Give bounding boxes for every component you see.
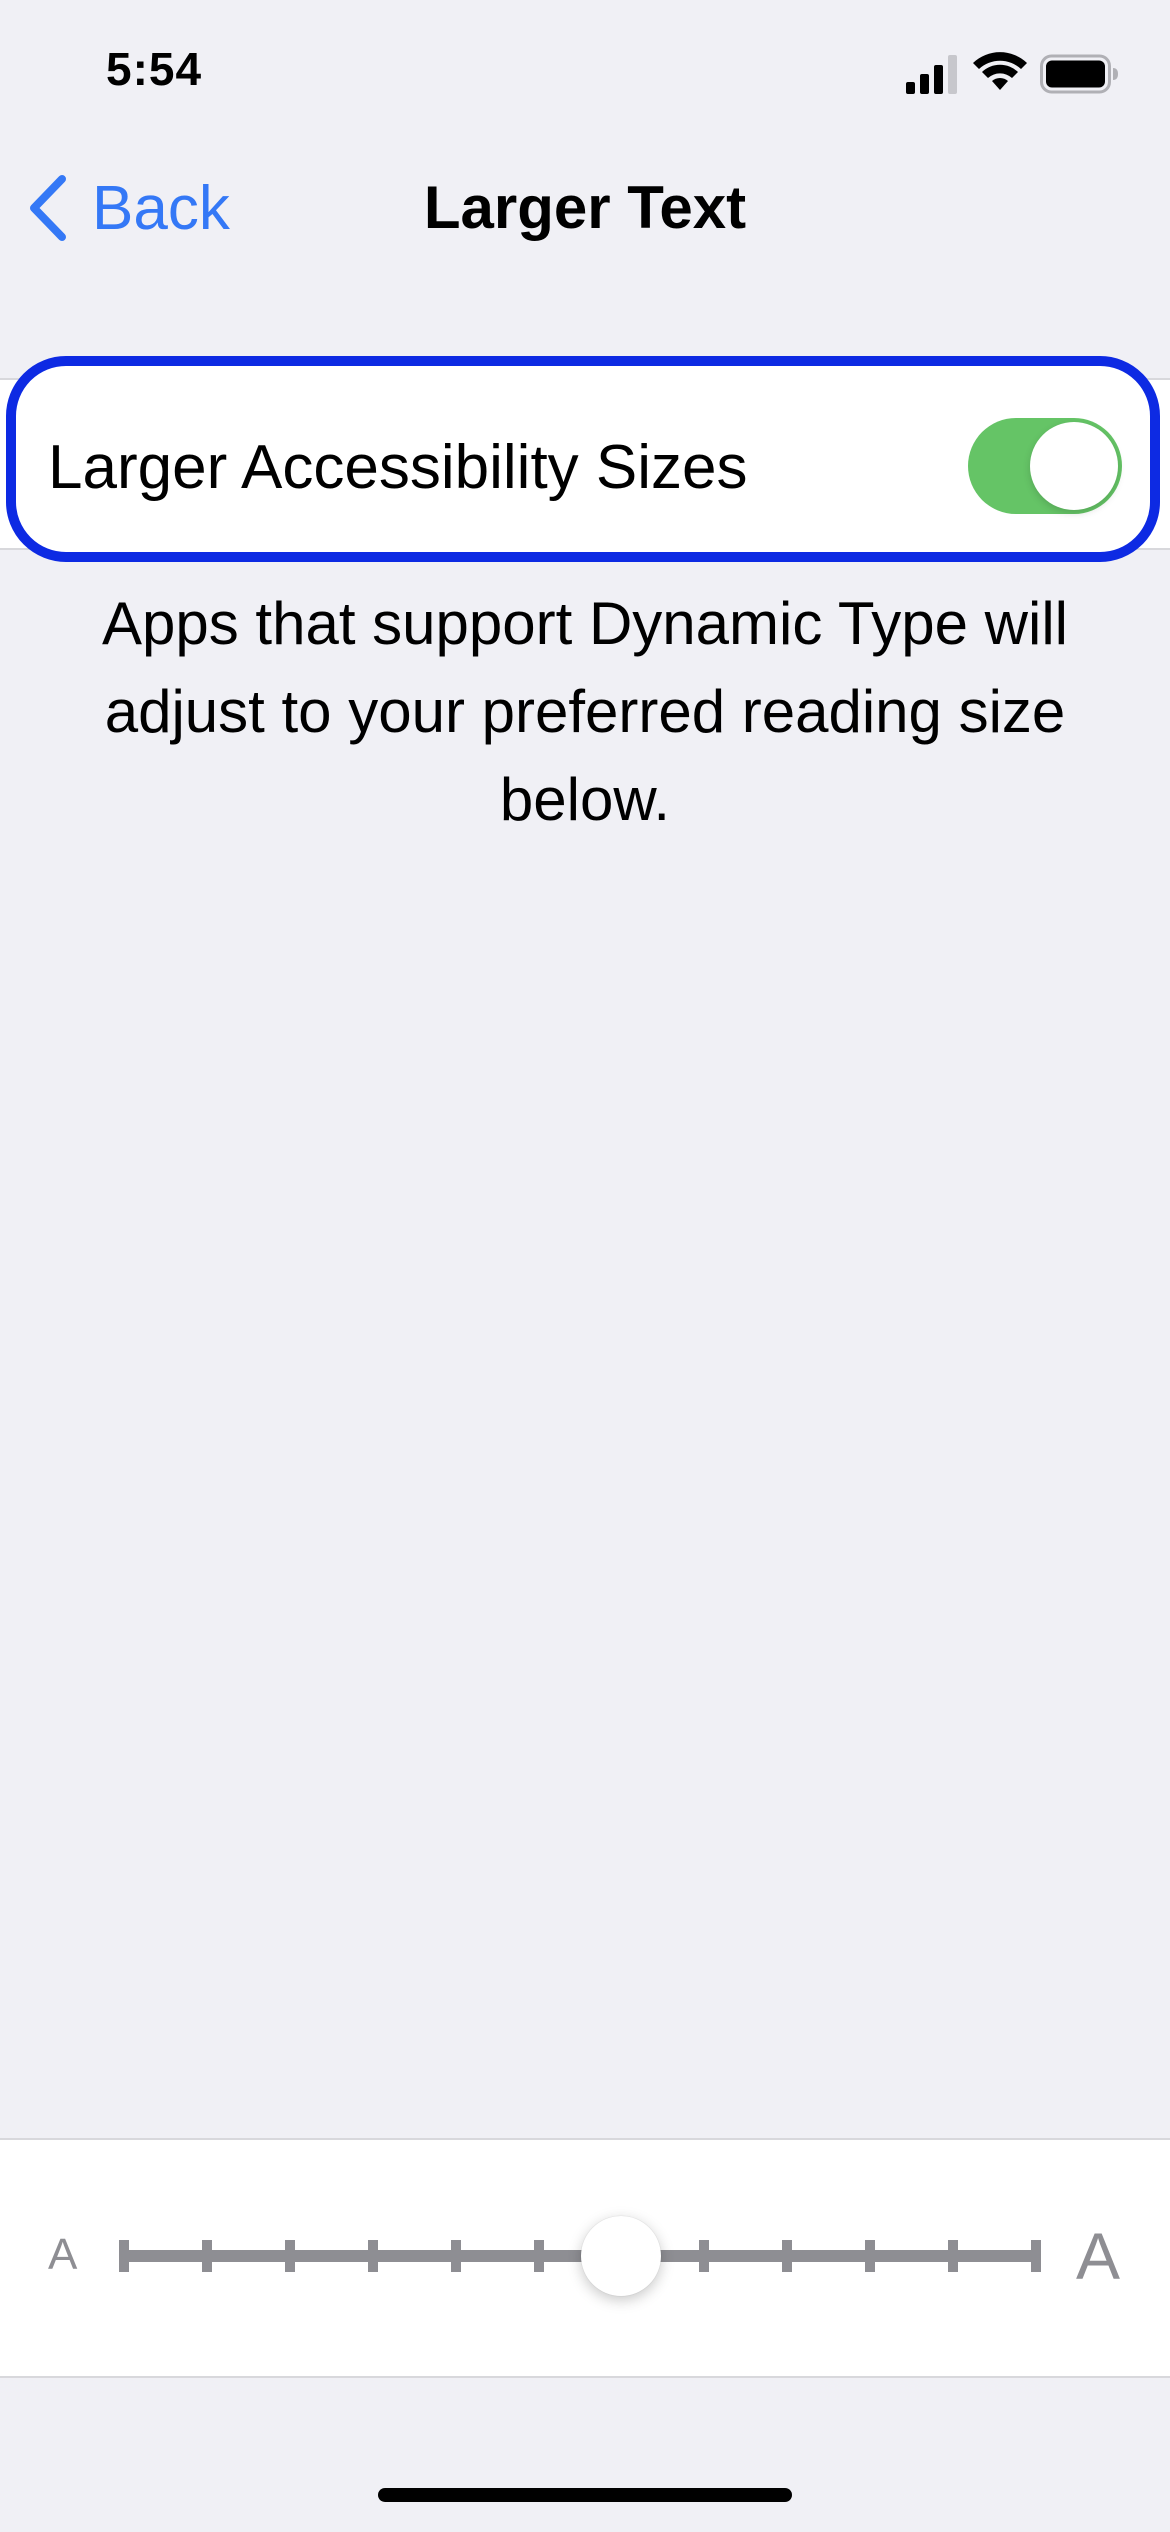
larger-accessibility-sizes-label: Larger Accessibility Sizes <box>48 433 748 502</box>
battery-icon <box>1040 54 1118 94</box>
slider-tick <box>865 2240 876 2272</box>
slider-tick <box>284 2240 295 2272</box>
home-indicator[interactable] <box>378 2488 792 2502</box>
slider-tick <box>201 2240 212 2272</box>
toggle-knob <box>1030 422 1118 510</box>
description-text: Apps that support Dynamic Type will adju… <box>101 590 1068 833</box>
back-label: Back <box>92 173 230 243</box>
wifi-icon <box>973 52 1027 90</box>
slider-tick <box>533 2240 544 2272</box>
slider-tick <box>450 2240 461 2272</box>
slider-tick <box>119 2240 129 2272</box>
cellular-signal-icon <box>906 55 957 94</box>
status-bar: 5:54 <box>0 0 1170 150</box>
larger-accessibility-sizes-toggle[interactable] <box>968 418 1122 514</box>
slider-tick <box>367 2240 378 2272</box>
navigation-bar: Larger Text Back <box>0 150 1170 260</box>
text-size-slider-thumb[interactable] <box>581 2216 662 2296</box>
small-text-size-icon: A <box>48 2230 78 2279</box>
slider-tick <box>948 2240 959 2272</box>
back-button[interactable]: Back <box>26 168 230 248</box>
status-time: 5:54 <box>106 43 203 95</box>
large-text-size-icon: A <box>1076 2219 1121 2293</box>
slider-tick <box>782 2240 793 2272</box>
text-size-slider-track[interactable] <box>124 2250 1036 2262</box>
slider-tick <box>1031 2240 1041 2272</box>
chevron-left-icon <box>30 175 66 241</box>
slider-tick <box>699 2240 710 2272</box>
